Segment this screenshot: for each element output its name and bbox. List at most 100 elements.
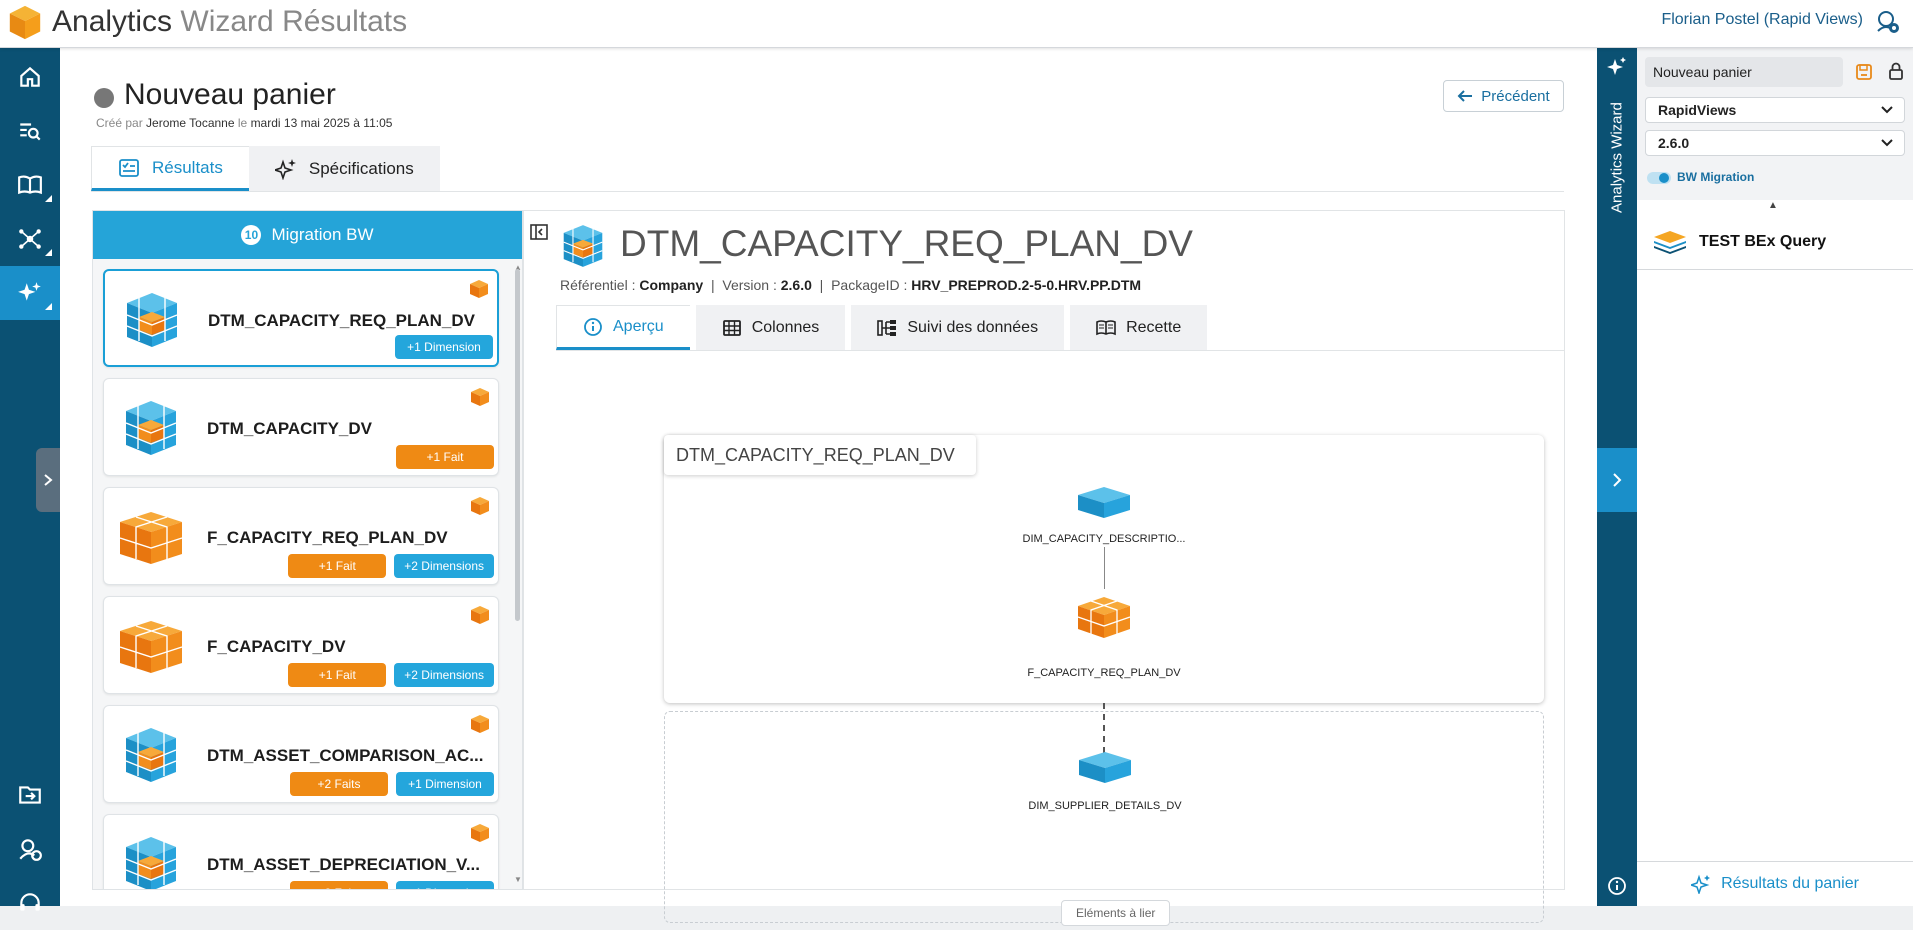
page-title: Nouveau panier (124, 78, 336, 111)
user-settings-icon[interactable] (1875, 9, 1901, 35)
detail-tabs-divider (556, 350, 1564, 351)
right-sidebar-bar: Analytics Wizard (1597, 48, 1637, 906)
version-label: Version : (722, 277, 777, 293)
chevron-right-icon (44, 474, 53, 486)
source-select-value: RapidViews (1658, 102, 1737, 118)
tab-specifications[interactable]: Spécifications (248, 146, 440, 191)
app-title-sub: Wizard Résultats (180, 5, 408, 38)
object-type-icon (471, 715, 489, 733)
tab-suivi[interactable]: Suivi des données (851, 305, 1065, 350)
datamart-cube-icon (126, 293, 178, 347)
user-name[interactable]: Florian Postel (Rapid Views) (1661, 11, 1863, 29)
nav-catalog[interactable] (0, 158, 60, 212)
node-label-bottom[interactable]: DIM_SUPPLIER_DETAILS_DV (995, 800, 1215, 812)
sparkle-icon[interactable] (1607, 56, 1627, 76)
expand-drawer-button[interactable] (36, 448, 60, 512)
link-elements-label[interactable]: Eléments à lier (1061, 900, 1171, 926)
info-icon[interactable] (1607, 876, 1627, 896)
status-dot (94, 88, 114, 108)
book-open-icon (1096, 319, 1116, 335)
dimension-badge[interactable]: +1 Dimension (396, 881, 494, 889)
result-card[interactable]: F_CAPACITY_REQ_PLAN_DV +1 Fait +2 Dimensio… (103, 487, 499, 585)
result-card-badges: +2 Faits +1 Dimension (290, 881, 494, 889)
scroll-down-arrow[interactable]: ▼ (514, 875, 522, 884)
result-card[interactable]: DTM_CAPACITY_REQ_PLAN_DV +1 Dimension (103, 269, 499, 367)
nav-support[interactable] (0, 876, 60, 930)
basket-item-label: TEST BEx Query (1699, 232, 1827, 250)
nav-import[interactable] (0, 768, 60, 822)
dimension-cube-icon[interactable] (1077, 750, 1133, 784)
tabs-divider (91, 191, 1564, 192)
save-icon[interactable] (1855, 63, 1873, 81)
version-select[interactable]: 2.6.0 (1645, 130, 1905, 156)
basket-name-field[interactable]: Nouveau panier (1645, 57, 1843, 87)
created-by: Jerome Tocanne (146, 116, 235, 130)
dimension-badge[interactable]: +1 Dimension (396, 772, 494, 796)
basket-results-button[interactable]: Résultats du panier (1637, 861, 1913, 906)
settings-user-icon (19, 839, 42, 861)
tab-resultats[interactable]: Résultats (91, 146, 249, 191)
ref-value: Company (639, 277, 704, 293)
collapse-sidebar-button[interactable] (1597, 448, 1637, 512)
app-title: Analytics Wizard Résultats (52, 5, 407, 39)
result-card-name: F_CAPACITY_DV (207, 637, 346, 656)
list-scrollbar[interactable] (515, 269, 520, 621)
nav-network[interactable] (0, 212, 60, 266)
lock-icon[interactable] (1887, 62, 1905, 80)
checklist-icon (119, 158, 139, 177)
expand-corner-icon (45, 249, 52, 256)
created-on: mardi 13 mai 2025 à 11:05 (250, 116, 393, 130)
fact-badge[interactable]: +2 Faits (290, 772, 388, 796)
result-card[interactable]: F_CAPACITY_DV +1 Fait +2 Dimensions (103, 596, 499, 694)
tab-recette[interactable]: Recette (1070, 305, 1208, 350)
fact-cube-icon (119, 512, 183, 564)
datamart-cube-icon (563, 225, 603, 267)
collapse-caret-icon[interactable]: ▲ (1768, 200, 1778, 211)
created-mid: le (237, 116, 248, 130)
result-list-header[interactable]: 10 Migration BW (93, 211, 522, 259)
created-prefix: Créé par (96, 116, 143, 130)
result-card[interactable]: DTM_ASSET_DEPRECIATION_V... +2 Faits +1 Di… (103, 814, 499, 889)
datamart-cube-icon (125, 728, 177, 782)
basket-panel: Nouveau panier RapidViews 2.6.0 BW Migra… (1637, 48, 1913, 906)
basket-item[interactable]: TEST BEx Query (1637, 214, 1913, 270)
nav-user-settings[interactable] (0, 822, 60, 876)
result-card[interactable]: DTM_ASSET_COMPARISON_AC... +2 Faits +1 Dim… (103, 705, 499, 803)
nav-analytics-wizard[interactable] (0, 266, 60, 320)
layers-icon (1654, 230, 1686, 254)
result-card-name: F_CAPACITY_REQ_PLAN_DV (207, 528, 448, 547)
tab-apercu[interactable]: Aperçu (556, 305, 690, 350)
edge-line (1104, 547, 1105, 589)
link-area: DIM_SUPPLIER_DETAILS_DV Eléments à lier (664, 711, 1544, 926)
sparkle-icon (1691, 874, 1711, 894)
dimension-badge[interactable]: +1 Dimension (395, 335, 493, 359)
main-tabs: Résultats Spécifications (91, 146, 440, 191)
fact-badge[interactable]: +1 Fait (288, 554, 387, 578)
datamart-cube-icon (125, 837, 177, 889)
fact-badge[interactable]: +1 Fait (288, 663, 387, 687)
node-label-top[interactable]: DIM_CAPACITY_DESCRIPTIO... (1020, 533, 1188, 545)
node-label-mid[interactable]: F_CAPACITY_REQ_PLAN_DV (1004, 667, 1204, 679)
fact-badge[interactable]: +2 Faits (290, 881, 388, 889)
object-type-icon (471, 824, 489, 842)
collapse-panel-icon[interactable] (530, 223, 548, 241)
sparkle-icon (274, 158, 296, 180)
tab-colonnes[interactable]: Colonnes (695, 305, 846, 350)
bw-migration-toggle[interactable] (1647, 172, 1671, 184)
info-icon (584, 317, 602, 336)
previous-button[interactable]: Précédent (1443, 80, 1564, 112)
dimension-badge[interactable]: +2 Dimensions (394, 554, 494, 578)
dimension-badge[interactable]: +2 Dimensions (394, 663, 494, 687)
fact-cube-icon[interactable] (1076, 595, 1132, 639)
tab-apercu-label: Aperçu (613, 317, 664, 335)
result-card[interactable]: DTM_CAPACITY_DV +1 Fait (103, 378, 499, 476)
fact-badge[interactable]: +1 Fait (396, 445, 494, 469)
dimension-cube-icon[interactable] (1076, 485, 1132, 519)
version-select-value: 2.6.0 (1658, 135, 1690, 151)
nav-home[interactable] (0, 50, 60, 104)
detail-tabs: Aperçu Colonnes Suivi des données Recett… (556, 305, 1208, 350)
book-icon (18, 175, 42, 195)
source-select[interactable]: RapidViews (1645, 97, 1905, 123)
search-list-icon (20, 123, 41, 141)
nav-search[interactable] (0, 104, 60, 158)
